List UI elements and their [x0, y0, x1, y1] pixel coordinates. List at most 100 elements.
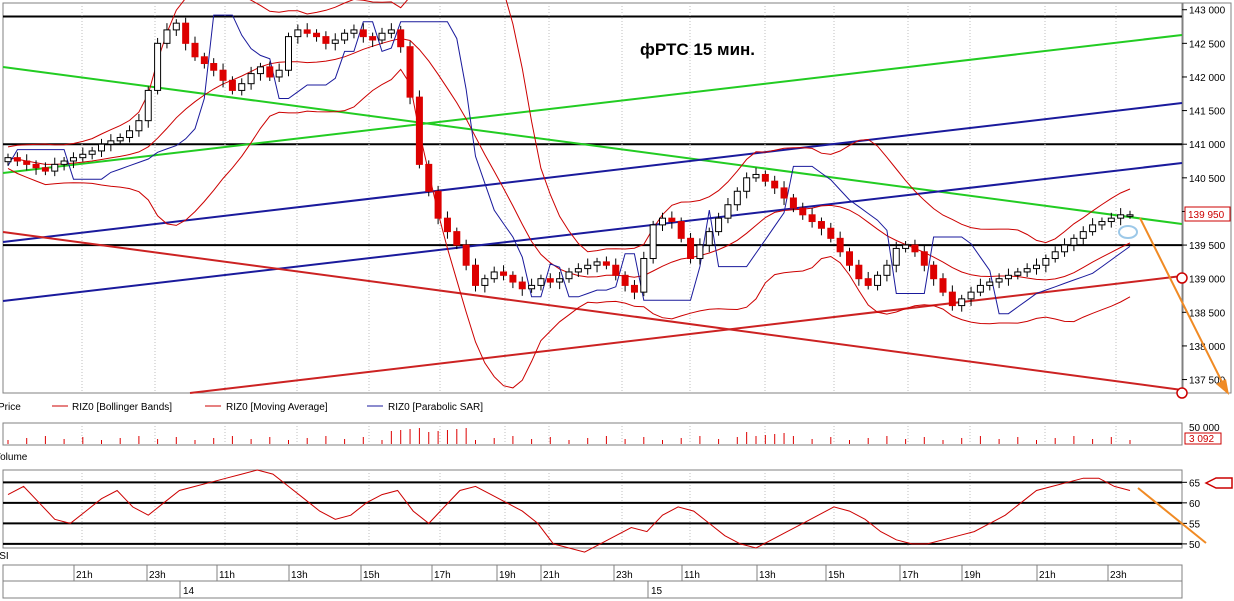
time-tick-label: 21h — [1039, 570, 1056, 581]
time-tick-label: 21h — [76, 570, 93, 581]
candle-body — [135, 120, 143, 132]
candle-body — [425, 163, 433, 192]
candle-body — [509, 274, 517, 283]
candle-body — [79, 153, 87, 159]
candle-body — [771, 180, 779, 189]
candle-body — [930, 264, 938, 280]
candle-body — [500, 271, 508, 276]
candle-body — [210, 63, 218, 71]
candle-body — [687, 237, 695, 260]
candle-body — [995, 278, 1003, 283]
candle-body — [406, 46, 414, 98]
candle-body — [341, 32, 349, 41]
candle-body — [41, 167, 49, 172]
candle-body — [191, 42, 199, 58]
price-tick-label: 139 500 — [1189, 241, 1226, 252]
time-tick-label: 11h — [219, 570, 235, 581]
candle-body — [715, 217, 723, 233]
price-tick-label: 141 000 — [1189, 140, 1226, 151]
candle-body — [967, 291, 975, 300]
candle-body — [855, 264, 863, 280]
trendline-anchor-marker — [1176, 272, 1188, 284]
candle-body — [724, 204, 732, 219]
candle-body — [1033, 264, 1040, 270]
candle-body — [182, 22, 190, 44]
candle-body — [303, 29, 311, 34]
candle-body — [864, 278, 872, 286]
candle-body — [247, 73, 255, 85]
time-tick-label: 13h — [759, 570, 776, 581]
legend-bollinger: RIZ0 [Bollinger Bands] — [72, 402, 172, 413]
candle-body — [23, 160, 31, 165]
candle-body — [976, 284, 984, 293]
candle-body — [911, 244, 919, 253]
candle-body — [733, 190, 741, 206]
candle-body — [1089, 224, 1097, 233]
candle-body — [1098, 221, 1106, 226]
candle-body — [60, 160, 68, 165]
candle-body — [350, 29, 358, 34]
candle-body — [892, 247, 900, 266]
candle-body — [902, 244, 910, 249]
candle-body — [32, 163, 40, 169]
chart-canvas: 143 000 142 500 142 000 141 500 141 000 140 5… — [0, 0, 1233, 599]
volume-caption: Volume — [0, 452, 28, 463]
candle-body — [256, 66, 264, 75]
time-tick-label: 11h — [684, 570, 700, 581]
candle-body — [874, 274, 882, 286]
candle-body — [397, 29, 405, 48]
candle-body — [144, 89, 152, 122]
candle-body — [574, 268, 582, 273]
candle-body — [88, 150, 96, 155]
candle-body — [331, 39, 339, 44]
time-tick-label: 23h — [1110, 570, 1127, 581]
candle-body — [285, 36, 292, 71]
price-tick-label: 140 500 — [1189, 174, 1226, 185]
candle-body — [313, 32, 321, 38]
candle-body — [808, 214, 816, 223]
rsi-caption: RSI — [0, 551, 9, 562]
candle-body — [743, 177, 751, 192]
candle-body — [528, 284, 536, 290]
candle-body — [359, 29, 367, 38]
candle-body — [387, 29, 395, 34]
legend-price: Price — [0, 402, 21, 413]
rsi-tick-label: 55 — [1189, 519, 1201, 530]
candle-body — [920, 251, 928, 266]
time-tick-label: 19h — [499, 570, 516, 581]
price-tick-label: 142 500 — [1189, 39, 1226, 50]
legend-ma: RIZ0 [Moving Average] — [226, 402, 328, 413]
candle-body — [649, 224, 657, 260]
candle-body — [126, 130, 134, 138]
candle-body — [602, 261, 610, 266]
candle-body — [883, 264, 891, 276]
rsi-tick-label: 60 — [1189, 499, 1201, 510]
candle-body — [1004, 274, 1012, 280]
time-tick-label: 13h — [291, 570, 308, 581]
candle-body — [659, 217, 666, 226]
candle-body — [696, 244, 704, 260]
candle-body — [761, 173, 769, 182]
time-tick-label: 15h — [828, 570, 845, 581]
candle-body — [1042, 258, 1050, 266]
candle-body — [275, 69, 283, 78]
candle-body — [705, 231, 713, 246]
candle-body — [51, 163, 59, 172]
candle-body — [817, 221, 825, 229]
candle-body — [69, 157, 77, 162]
candle-body — [752, 173, 760, 179]
candle-body — [266, 66, 274, 78]
rsi-tick-label: 50 — [1189, 540, 1201, 551]
candle-body — [219, 69, 227, 81]
price-tick-label: 139 000 — [1189, 275, 1226, 286]
candle-body — [1061, 244, 1069, 253]
candle-body — [322, 36, 330, 44]
candle-body — [565, 271, 573, 280]
candle-body — [958, 298, 966, 307]
candle-body — [1070, 237, 1078, 246]
candle-body — [294, 29, 302, 38]
candle-body — [780, 187, 788, 199]
candle-body — [1051, 251, 1059, 260]
trendline-anchor-marker — [1176, 387, 1188, 399]
candle-body — [107, 140, 115, 145]
